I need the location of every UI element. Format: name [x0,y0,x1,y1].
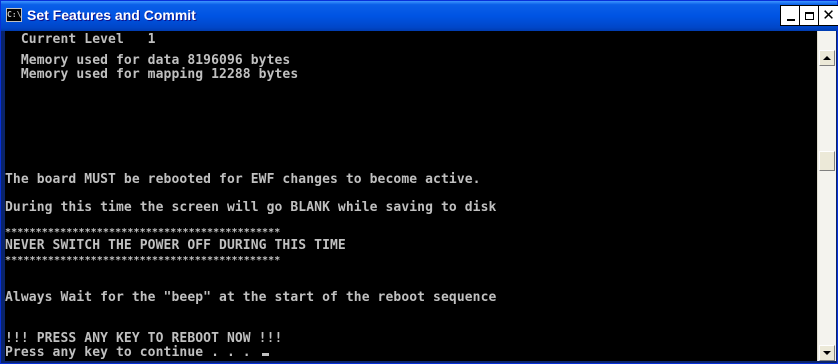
console-app-icon[interactable]: C:\ [6,8,22,22]
console-line: NEVER SWITCH THE POWER OFF DURING THIS T… [5,238,346,253]
cursor-icon [261,353,269,356]
scrollbar-thumb[interactable] [819,151,835,171]
console-line: The board MUST be rebooted for EWF chang… [5,172,481,187]
maximize-button[interactable] [799,5,820,26]
console-prompt-text: Press any key to continue . . . [5,345,259,360]
arrow-down-icon [823,351,831,355]
arrow-up-icon [823,56,831,60]
console-line: Current Level 1 [5,32,156,47]
window-title: Set Features and Commit [27,7,196,23]
maximize-icon [805,11,814,20]
console-line: During this time the screen will go BLAN… [5,200,497,215]
minimize-button[interactable] [780,5,801,26]
console-line: ****************************************… [5,227,281,238]
console-prompt-line: Press any key to continue . . . [5,346,269,360]
vertical-scrollbar[interactable] [817,31,836,361]
console-line: ****************************************… [5,255,281,266]
scroll-down-button[interactable] [819,345,835,361]
console-line: Memory used for data 8196096 bytes [5,53,291,68]
console-line: !!! PRESS ANY KEY TO REBOOT NOW !!! [5,331,283,346]
console-line: Memory used for mapping 12288 bytes [5,67,299,82]
minimize-icon [786,18,795,21]
console-window: C:\ Set Features and Commit ✕ Current Le… [0,0,838,364]
close-icon: ✕ [822,6,835,24]
console-line: Always Wait for the "beep" at the start … [5,290,497,305]
close-button[interactable]: ✕ [818,5,838,26]
console-output[interactable]: Current Level 1 Memory used for data 819… [5,31,817,361]
title-bar[interactable]: C:\ Set Features and Commit ✕ [1,1,838,31]
scroll-up-button[interactable] [819,50,835,66]
